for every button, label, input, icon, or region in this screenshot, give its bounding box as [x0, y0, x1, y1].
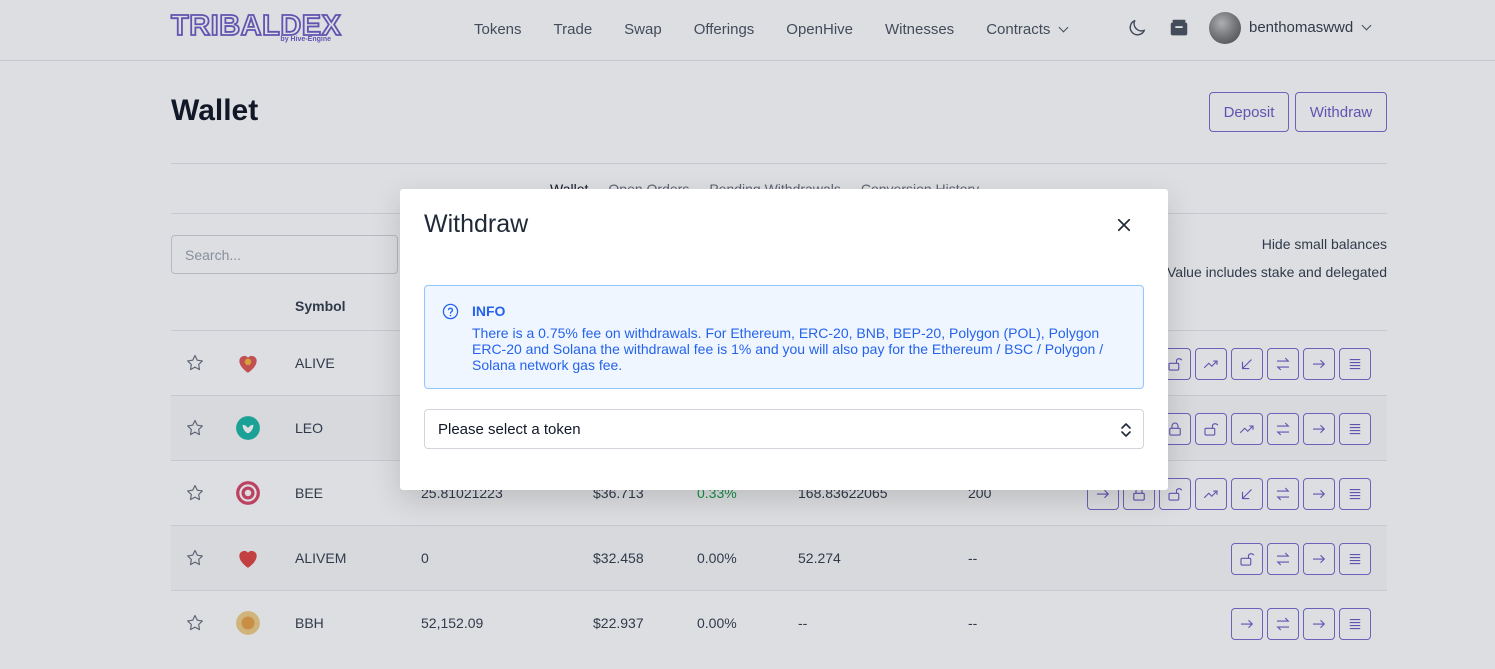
- token-select[interactable]: Please select a token: [424, 409, 1144, 449]
- chevron-up-down-icon: [1121, 423, 1131, 437]
- question-circle-icon: [442, 303, 459, 320]
- info-text: There is a 0.75% fee on withdrawals. For…: [472, 325, 1104, 373]
- withdraw-modal: Withdraw INFO There is a 0.75% fee on wi…: [400, 189, 1168, 490]
- info-alert: INFO There is a 0.75% fee on withdrawals…: [424, 285, 1144, 389]
- modal-title: Withdraw: [424, 210, 529, 238]
- info-title: INFO: [472, 303, 506, 319]
- close-icon[interactable]: [1115, 216, 1133, 234]
- token-select-value: Please select a token: [438, 420, 581, 438]
